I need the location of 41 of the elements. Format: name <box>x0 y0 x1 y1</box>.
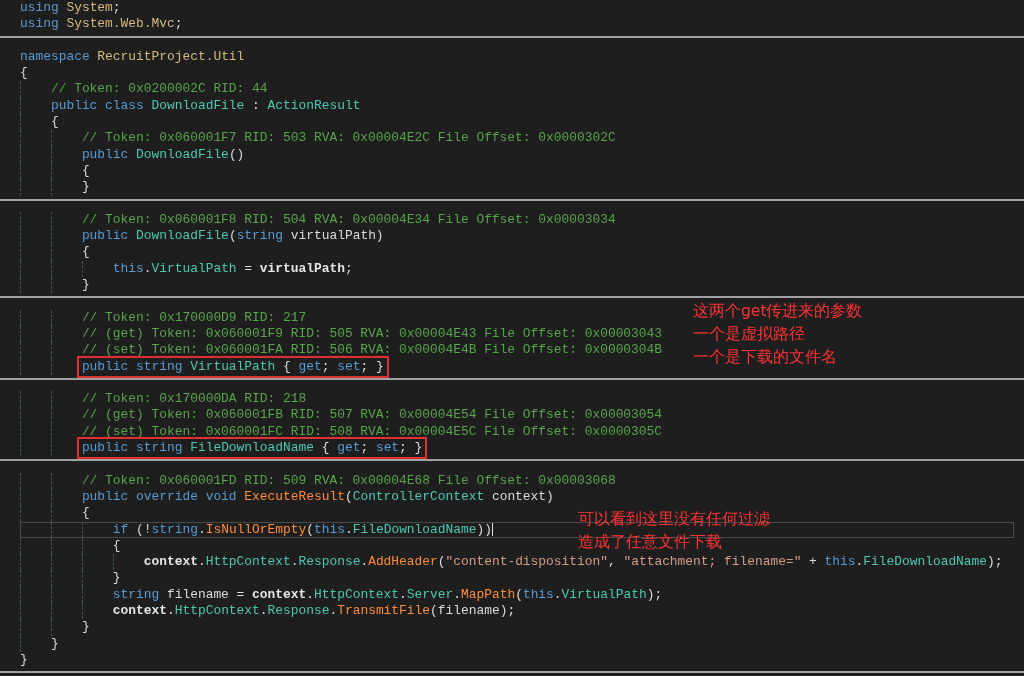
annotation-text: 一个是虚拟路径 <box>693 324 805 345</box>
code-line: public DownloadFile(string virtualPath) <box>81 228 384 245</box>
code-line: // (set) Token: 0x060001FA RID: 506 RVA: 0x00004E4B File Offset: 0x0000304B <box>81 342 663 359</box>
code-line: } <box>81 277 90 294</box>
code-line: public override void ExecuteResult(ControllerContext context) <box>81 488 554 506</box>
code-line: // Token: 0x170000DA RID: 218 <box>81 391 307 408</box>
code-line: { <box>50 114 59 131</box>
code-line: public string FileDownloadName { get; set; } <box>79 440 425 457</box>
code-line: } <box>112 570 121 587</box>
annotation-text: 这两个get传进来的参数 <box>693 301 863 322</box>
code-line: // Token: 0x060001F7 RID: 503 RVA: 0x00004E2C File Offset: 0x0000302C <box>81 130 616 147</box>
code-line: { <box>81 162 90 180</box>
code-line: this.VirtualPath = virtualPath; <box>112 260 353 278</box>
code-line: public DownloadFile() <box>81 146 245 163</box>
code-line: public class DownloadFile : ActionResult <box>50 97 361 115</box>
code-line: } <box>20 651 28 669</box>
code-line: // Token: 0x170000D9 RID: 217 <box>81 309 307 326</box>
code-line: string filename = context.HttpContext.Server.MapPath(this.VirtualPath); <box>112 586 663 603</box>
code-line: // (set) Token: 0x060001FC RID: 508 RVA: 0x00004E5C File Offset: 0x0000305C <box>81 423 663 440</box>
annotation-text: 一个是下载的文件名 <box>693 347 837 368</box>
code-line: // (get) Token: 0x060001FB RID: 507 RVA: 0x00004E54 File Offset: 0x00003054 <box>81 407 663 424</box>
annotation-text: 造成了任意文件下载 <box>578 532 722 553</box>
code-line: // Token: 0x060001F8 RID: 504 RVA: 0x00004E34 File Offset: 0x00003034 <box>81 211 616 229</box>
code-line: { <box>112 537 121 555</box>
code-line: } <box>50 635 59 652</box>
code-line: context.HttpContext.Response.TransmitFile(filename); <box>112 603 516 620</box>
code-line: using System; <box>20 0 121 17</box>
code-line: context.HttpContext.Response.AddHeader("content-disposition", "attachment; filename=" + this.FileDownloadName); <box>143 554 1003 571</box>
code-line: { <box>20 65 28 82</box>
code-line: namespace RecruitProject.Util <box>20 48 245 66</box>
code-line: } <box>81 179 90 196</box>
code-line: using System.Web.Mvc; <box>20 16 183 33</box>
code-line: // Token: 0x0200002C RID: 44 <box>50 81 268 98</box>
code-line: { <box>81 505 90 522</box>
code-line: // Token: 0x060001FD RID: 509 RVA: 0x00004E68 File Offset: 0x00003068 <box>81 472 616 489</box>
code-line: public string VirtualPath { get; set; } <box>79 358 386 375</box>
code-line: if (!string.IsNullOrEmpty(this.FileDownloadName)) <box>112 521 493 538</box>
annotation-text: 可以看到这里没有任何过滤 <box>578 509 770 530</box>
code-line: } <box>81 619 90 636</box>
code-line: { <box>81 244 90 261</box>
code-line: // (get) Token: 0x060001F9 RID: 505 RVA: 0x00004E43 File Offset: 0x00003043 <box>81 325 663 343</box>
